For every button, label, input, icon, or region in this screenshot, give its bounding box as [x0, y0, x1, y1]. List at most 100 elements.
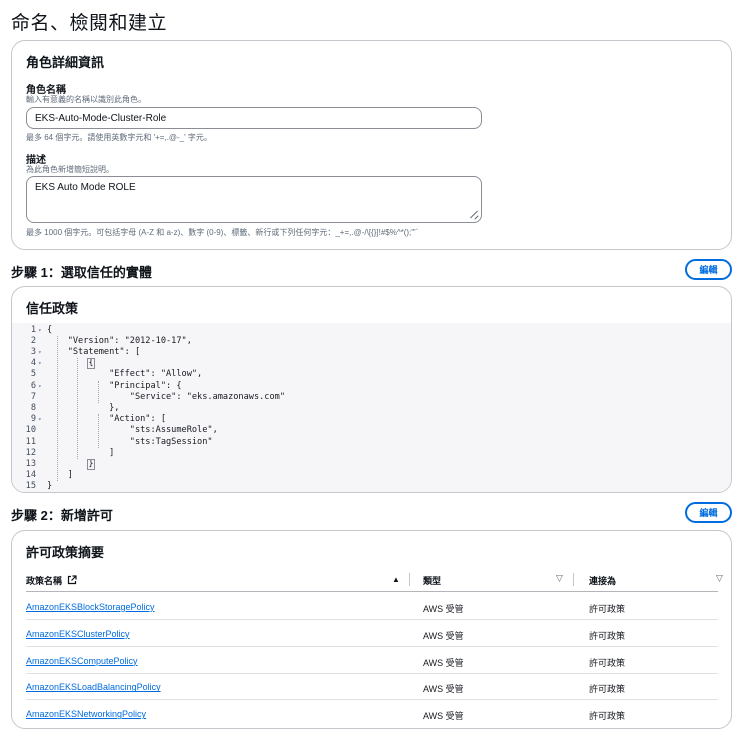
- line-number: 11: [25, 436, 36, 447]
- indent-guide: [77, 358, 79, 459]
- line-number: 2: [30, 335, 36, 346]
- code-line: 8 },: [12, 403, 731, 414]
- code-text: "Version": "2012-10-17",: [47, 335, 192, 346]
- code-line: 10 "sts:AssumeRole",: [12, 425, 731, 436]
- role-details-heading: 角色詳細資訊: [26, 55, 105, 70]
- policy-type-cell: AWS 受管: [423, 657, 464, 668]
- line-number: 15: [25, 481, 36, 492]
- policy-link[interactable]: AmazonEKSClusterPolicy: [26, 629, 130, 639]
- table-row: AmazonEKSBlockStoragePolicy AWS 受管 許可政策: [26, 593, 718, 620]
- role-name-constraint: 最多 64 個字元。請使用英數字元和 '+=,.@-_' 字元。: [26, 133, 212, 142]
- policy-type-cell: AWS 受管: [423, 684, 464, 695]
- trust-policy-heading: 信任政策: [26, 301, 79, 316]
- table-row: AmazonEKSClusterPolicy AWS 受管 許可政策: [26, 620, 718, 647]
- policy-name-cell: AmazonEKSComputePolicy: [26, 656, 138, 666]
- indent-guide: [98, 414, 100, 448]
- permissions-summary-card: 許可政策摘要 政策名稱 ▲ 類型 ▽ 連接為 ▽ AmazonEKSBlockS…: [11, 530, 732, 729]
- role-name-input[interactable]: [26, 107, 482, 129]
- fold-arrow-icon[interactable]: ▾: [38, 381, 42, 392]
- code-text: "Service": "eks.amazonaws.com": [47, 391, 285, 402]
- table-row: AmazonEKSLoadBalancingPolicy AWS 受管 許可政策: [26, 673, 718, 701]
- attached-as-cell: 許可政策: [589, 630, 626, 641]
- caret-up-icon[interactable]: ▲: [392, 575, 400, 584]
- trust-policy-card: 信任政策 1 ▾{2 "Version": "2012-10-17", 3 ▾ "St…: [11, 286, 732, 493]
- code-line: 12 ]: [12, 448, 731, 459]
- bracket-match-highlight: [87, 358, 95, 370]
- line-number: 6: [30, 380, 36, 391]
- policy-name-cell: AmazonEKSLoadBalancingPolicy: [26, 682, 161, 692]
- code-line: 6 ▾ "Principal": {: [12, 381, 731, 392]
- code-text: "Effect": "Allow",: [47, 369, 203, 380]
- code-text: }: [47, 481, 53, 492]
- policy-name-cell: AmazonEKSNetworkingPolicy: [26, 709, 146, 719]
- trust-policy-code-editor[interactable]: 1 ▾{2 "Version": "2012-10-17", 3 ▾ "Stateme…: [12, 323, 731, 492]
- attached-as-cell: 許可政策: [589, 684, 626, 695]
- fold-arrow-icon[interactable]: ▾: [38, 414, 42, 425]
- policy-name-cell: AmazonEKSBlockStoragePolicy: [26, 602, 155, 612]
- fold-arrow-icon[interactable]: ▾: [38, 358, 42, 369]
- policy-name-cell: AmazonEKSClusterPolicy: [26, 629, 130, 639]
- fold-arrow-icon[interactable]: ▾: [38, 325, 42, 336]
- policy-type-cell: AWS 受管: [423, 630, 464, 641]
- code-text: ]: [47, 470, 73, 481]
- policy-link[interactable]: AmazonEKSNetworkingPolicy: [26, 709, 146, 719]
- bracket-match-highlight: [87, 458, 95, 471]
- policy-link[interactable]: AmazonEKSBlockStoragePolicy: [26, 602, 155, 612]
- line-number: 10: [25, 425, 36, 436]
- column-divider: [409, 573, 410, 586]
- column-header-type[interactable]: 類型: [423, 574, 441, 587]
- line-number: 12: [25, 447, 36, 458]
- code-text: },: [47, 402, 120, 413]
- line-number: 5: [30, 369, 36, 380]
- code-text: "Statement": [: [47, 346, 141, 357]
- step1-heading: 步驟 1：選取信任的實體: [11, 265, 152, 280]
- description-textarea[interactable]: EKS Auto Mode ROLE: [26, 176, 482, 223]
- code-line: 15}: [12, 481, 731, 492]
- page-title: 命名、檢閱和建立: [11, 13, 168, 34]
- indent-guide: [98, 380, 100, 403]
- attached-as-cell: 許可政策: [589, 711, 626, 722]
- external-link-icon: [67, 575, 77, 585]
- code-line: 11 "sts:TagSession": [12, 437, 731, 448]
- code-line: 13 }: [12, 459, 731, 470]
- line-number: 8: [30, 402, 36, 413]
- code-line: 14 ]: [12, 470, 731, 481]
- policy-type-cell: AWS 受管: [423, 604, 464, 614]
- code-line: 1 ▾ {: [12, 325, 731, 336]
- code-text: "sts:AssumeRole",: [47, 425, 218, 436]
- line-number: 9: [30, 414, 36, 425]
- table-row: AmazonEKSComputePolicy AWS 受管 許可政策: [26, 647, 718, 674]
- code-text: {: [47, 324, 53, 335]
- line-number: 4: [30, 358, 36, 369]
- description-hint: 為此角色新增簡短說明。: [26, 165, 114, 174]
- line-number: 13: [25, 458, 36, 469]
- role-details-card: 角色詳細資訊 角色名稱 輸入有意義的名稱以識別此角色。 最多 64 個字元。請使…: [11, 40, 732, 250]
- column-header-policy-name[interactable]: 政策名稱: [26, 574, 77, 587]
- code-text: "Principal": {: [47, 380, 182, 391]
- policy-type-cell: AWS 受管: [423, 711, 464, 722]
- caret-down-icon[interactable]: ▽: [556, 573, 563, 584]
- policy-link[interactable]: AmazonEKSComputePolicy: [26, 656, 138, 666]
- table-header: 政策名稱 ▲ 類型 ▽ 連接為 ▽: [26, 570, 723, 592]
- line-number: 3: [30, 346, 36, 357]
- attached-as-cell: 許可政策: [589, 657, 626, 668]
- code-line: 7 "Service": "eks.amazonaws.com": [12, 392, 731, 403]
- line-number: 1: [30, 324, 36, 335]
- caret-down-icon[interactable]: ▽: [716, 573, 723, 584]
- line-number: 14: [25, 470, 36, 481]
- permissions-summary-heading: 許可政策摘要: [26, 545, 105, 560]
- step2-edit-button[interactable]: 編輯: [685, 502, 732, 523]
- policy-link[interactable]: AmazonEKSLoadBalancingPolicy: [26, 682, 161, 692]
- attached-as-cell: 許可政策: [589, 604, 626, 614]
- fold-arrow-icon[interactable]: ▾: [38, 347, 42, 358]
- code-text: "Action": [: [47, 414, 166, 425]
- step1-edit-button[interactable]: 編輯: [685, 259, 732, 280]
- code-line: 4 ▾ {: [12, 358, 731, 369]
- column-divider: [573, 573, 574, 586]
- column-header-attached-as[interactable]: 連接為: [589, 574, 616, 587]
- resize-handle-icon[interactable]: [470, 211, 478, 219]
- code-line: 5 "Effect": "Allow",: [12, 369, 731, 380]
- table-row: AmazonEKSNetworkingPolicy AWS 受管 許可政策: [26, 700, 718, 727]
- description-constraint: 最多 1000 個字元。可包括字母 (A-Z 和 a-z)、數字 (0-9)、標…: [26, 228, 419, 237]
- indent-guide: [56, 335, 58, 482]
